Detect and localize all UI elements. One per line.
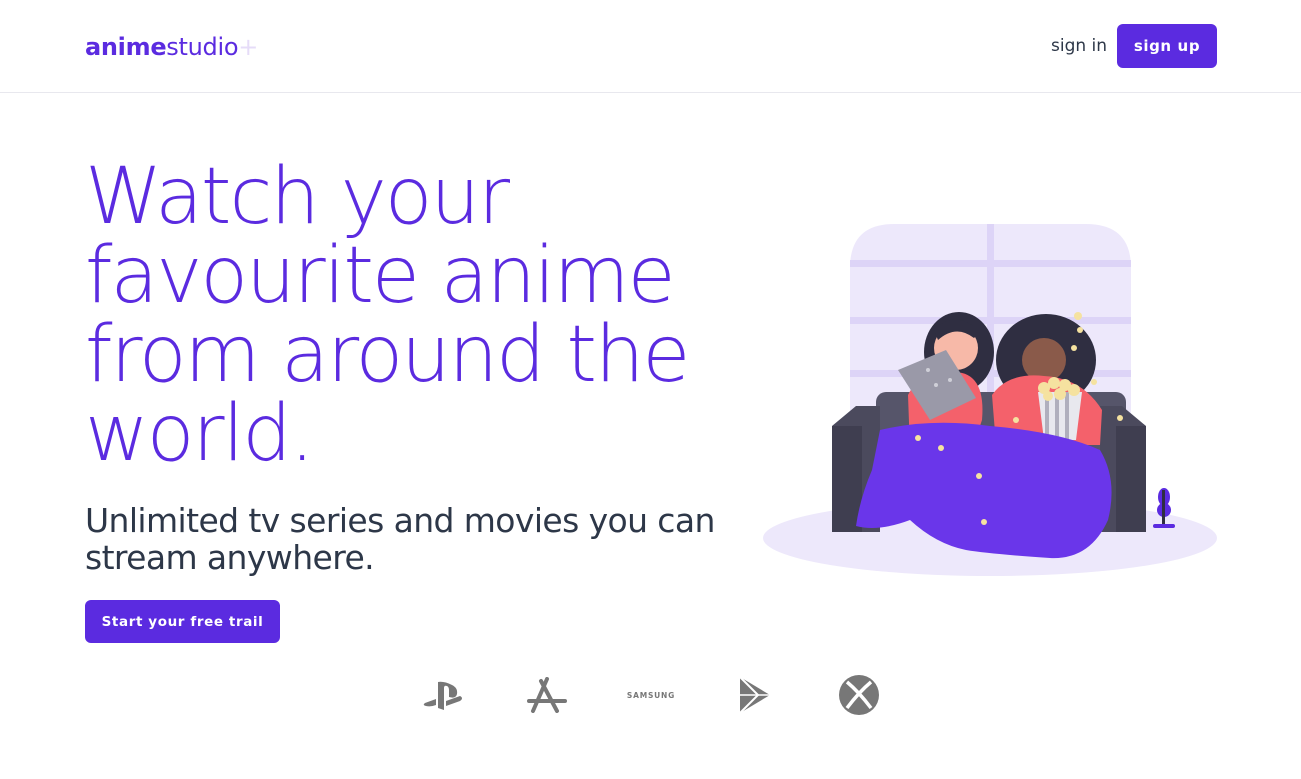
hero-title: Watch your favourite anime from around t…	[85, 152, 690, 479]
sign-in-link[interactable]: sign in	[1051, 34, 1107, 58]
samsung-icon: SAMSUNG	[622, 672, 680, 718]
app-store-icon	[524, 672, 570, 718]
hero-subtitle: Unlimited tv series and movies you can s…	[85, 501, 715, 577]
playstation-icon	[420, 672, 466, 718]
xbox-icon	[836, 672, 882, 718]
samsung-text: SAMSUNG	[626, 690, 676, 700]
logo-studio: studio	[166, 33, 239, 61]
start-free-trial-button[interactable]: Start your free trail	[85, 600, 280, 643]
logo[interactable]: animestudio+	[85, 31, 258, 63]
google-play-icon	[734, 672, 776, 718]
logo-plus: +	[238, 33, 259, 61]
logo-anime: anime	[85, 33, 167, 61]
sign-up-button[interactable]: sign up	[1117, 24, 1217, 68]
hero-illustration	[763, 224, 1217, 576]
site-header: animestudio+ sign in sign up	[0, 0, 1301, 93]
